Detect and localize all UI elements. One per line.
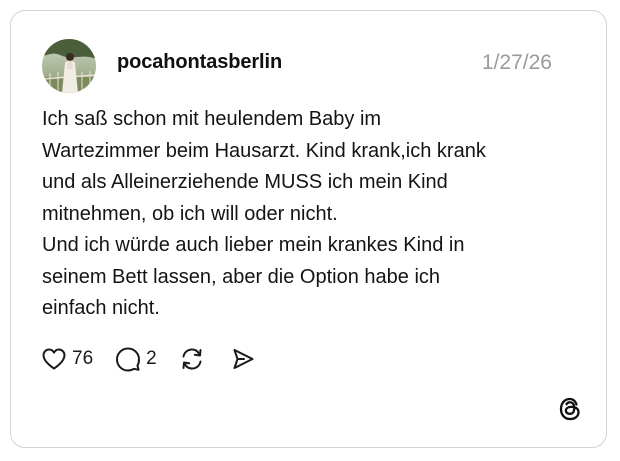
avatar[interactable]	[42, 39, 96, 93]
post-text-line: Ich saß schon mit heulendem Baby im	[42, 108, 382, 130]
post-text-line: Wartezimmer beim Hausarzt. Kind krank,ic…	[42, 139, 486, 162]
post-text-line: seinem Bett lassen, aber die Option habe…	[42, 265, 441, 288]
share-button[interactable]	[231, 347, 255, 371]
reply-count: 2	[146, 348, 157, 369]
post-text-line: mitnehmen, ob ich will oder nicht.	[42, 202, 338, 225]
username[interactable]: pocahontasberlin	[117, 51, 282, 74]
send-icon	[233, 349, 254, 369]
heart-icon	[42, 348, 66, 370]
post-body: Ich saß schon mit heulendem Baby im Wart…	[42, 104, 582, 325]
reply-button[interactable]: 2	[115, 346, 157, 372]
post-timestamp: 1/27/26	[481, 51, 552, 74]
post-card: pocahontasberlin 1/27/26 Ich saß schon m…	[10, 10, 607, 448]
post-actions: 76 2	[41, 344, 255, 374]
like-button[interactable]: 76	[41, 347, 93, 371]
repost-button[interactable]	[179, 346, 205, 372]
post-text-line: und als Alleinerziehende MUSS ich mein K…	[42, 171, 448, 193]
post-text-line: Und ich würde auch lieber mein krankes K…	[42, 234, 465, 256]
threads-logo-icon	[557, 396, 583, 422]
comment-icon	[116, 347, 141, 372]
post-text-line: einfach nicht.	[42, 297, 160, 319]
like-count: 76	[72, 348, 94, 369]
repost-icon	[182, 348, 202, 370]
